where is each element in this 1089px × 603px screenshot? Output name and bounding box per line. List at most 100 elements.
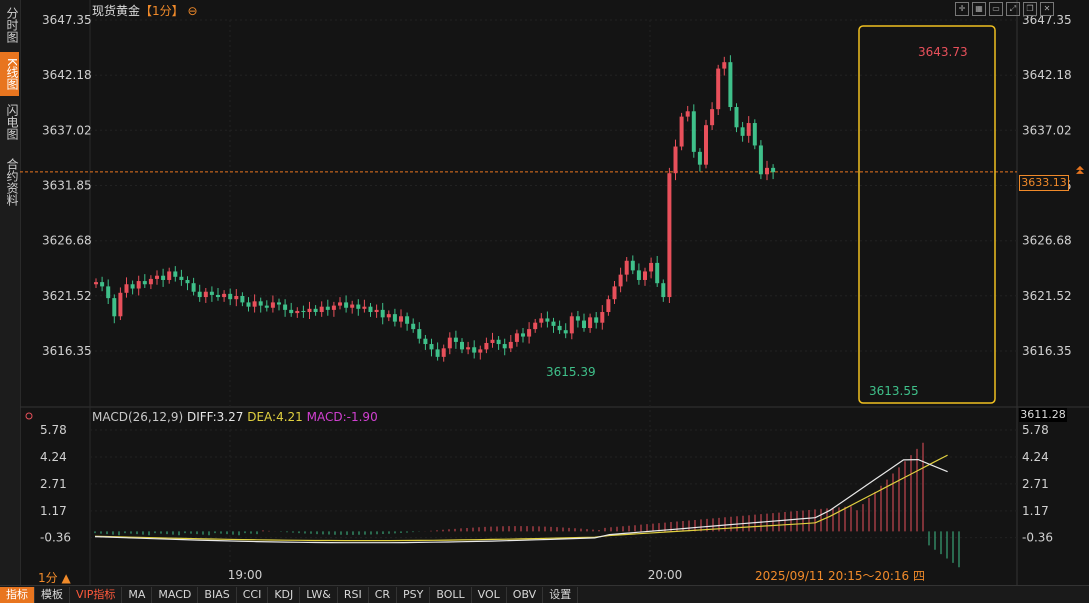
macd-tick-left: 1.17	[40, 504, 67, 518]
candle-body	[667, 173, 672, 298]
indicator-button-3[interactable]: MA	[122, 586, 153, 603]
indicator-button-6[interactable]: CCI	[237, 586, 269, 603]
candle-body	[331, 305, 336, 310]
window-icon[interactable]: ▭	[989, 2, 1003, 16]
indicator-button-14[interactable]: OBV	[507, 586, 544, 603]
candle-body	[600, 312, 605, 323]
candle-body	[173, 271, 178, 277]
selected-range-label: 2025/09/11 20:15～20:16 四	[755, 569, 925, 583]
fullscreen-icon[interactable]: ⤢	[1006, 2, 1020, 16]
candle-body	[551, 321, 556, 326]
settings-icon[interactable]: ⊖	[187, 4, 197, 18]
candle-body	[478, 349, 483, 353]
candle-body	[94, 282, 98, 285]
candle-body	[679, 116, 684, 147]
chart-toolbar: ✛ ▦ ▭ ⤢ ❐ ✕	[955, 2, 1054, 16]
candle-body	[319, 306, 324, 313]
indicator-button-8[interactable]: LW&	[300, 586, 338, 603]
candle-body	[142, 281, 147, 285]
macd-name: MACD(26,12,9)	[92, 410, 184, 424]
instrument-name: 现货黄金	[92, 4, 141, 18]
candle-body	[588, 317, 593, 329]
candle-body	[417, 329, 422, 339]
indicator-button-0[interactable]: 指标	[0, 586, 35, 603]
candle-body	[606, 299, 611, 313]
grid-icon[interactable]: ▦	[972, 2, 986, 16]
chart-canvas[interactable]: 3647.35 3647.353642.18 3642.183637.02 3637.…	[0, 0, 1089, 585]
candle-body	[746, 123, 751, 136]
macd-legend: MACD(26,12,9) DIFF:3.27 DEA:4.21 MACD:-1…	[92, 410, 378, 424]
close-icon[interactable]: ✕	[1040, 2, 1054, 16]
candle-body	[399, 316, 403, 322]
candle-body	[496, 339, 501, 345]
restore-icon[interactable]: ❐	[1023, 2, 1037, 16]
low-price-label-2: 3613.55	[869, 384, 919, 398]
high-price-label: 3643.73	[918, 45, 968, 59]
candle-body	[313, 308, 318, 313]
current-price-tag: 3633.13	[1019, 175, 1069, 191]
price-tick-right: 3626.68	[1022, 234, 1072, 248]
candle-body	[685, 111, 690, 117]
candle-body	[295, 310, 300, 314]
candle-body	[624, 260, 629, 275]
candle-body	[203, 291, 208, 298]
candle-body	[155, 275, 159, 279]
indicator-button-5[interactable]: BIAS	[198, 586, 237, 603]
candle-body	[466, 347, 471, 350]
candle-body	[325, 306, 330, 310]
candle-body	[344, 302, 349, 308]
candle-body	[270, 302, 275, 308]
candle-body	[636, 270, 641, 280]
candle-body	[392, 314, 397, 322]
candle-body	[106, 286, 111, 299]
candle-body	[472, 347, 477, 353]
macd-tick-left: -0.36	[40, 531, 71, 545]
candle-body	[258, 301, 263, 306]
crosshair-icon[interactable]: ✛	[955, 2, 969, 16]
indicator-button-13[interactable]: VOL	[472, 586, 507, 603]
candle-body	[740, 127, 745, 136]
candle-body	[618, 274, 623, 287]
price-tick-left: 3647.35	[42, 13, 92, 27]
indicator-button-15[interactable]: 设置	[543, 586, 579, 603]
indicator-button-2[interactable]: VIP指标	[70, 586, 123, 603]
candle-body	[209, 291, 214, 295]
indicator-button-4[interactable]: MACD	[152, 586, 199, 603]
candle-body	[289, 309, 294, 314]
candle-body	[771, 167, 776, 173]
timeframe-label[interactable]: 【1分】	[140, 4, 184, 18]
chart-title: 现货黄金【1分】 ⊖	[92, 2, 198, 19]
indicator-button-9[interactable]: RSI	[338, 586, 369, 603]
candle-body	[728, 62, 733, 108]
candle-body	[338, 302, 342, 306]
macd-tick-right: -0.36	[1022, 531, 1053, 545]
price-tick-right: 3621.52	[1022, 289, 1072, 303]
candle-body	[405, 316, 410, 324]
candle-body	[508, 341, 513, 349]
candle-body	[484, 342, 489, 350]
macd-tick-left: 5.78	[40, 423, 67, 437]
candle-body	[722, 62, 727, 69]
candle-body	[167, 271, 172, 280]
candle-body	[307, 308, 312, 313]
candle-body	[234, 296, 239, 300]
macd-value: MACD:-1.90	[306, 410, 378, 424]
indicator-button-12[interactable]: BOLL	[430, 586, 472, 603]
candle-body	[630, 260, 635, 271]
candle-body	[161, 275, 166, 280]
candle-body	[179, 276, 184, 280]
time-label: 19:00	[228, 568, 263, 582]
indicator-button-10[interactable]: CR	[369, 586, 398, 603]
candle-body	[386, 314, 391, 318]
price-tick-right: 3642.18	[1022, 68, 1072, 82]
macd-tick-left: 2.71	[40, 477, 67, 491]
candle-body	[356, 304, 361, 309]
candle-body	[569, 316, 574, 334]
price-tick-right: 3637.02	[1022, 123, 1072, 137]
candle-body	[112, 298, 117, 317]
interval-selector[interactable]: 1分 ▲	[38, 569, 71, 586]
candle-body	[765, 167, 769, 175]
indicator-button-7[interactable]: KDJ	[268, 586, 301, 603]
indicator-button-11[interactable]: PSY	[397, 586, 431, 603]
indicator-button-1[interactable]: 模板	[35, 586, 70, 603]
